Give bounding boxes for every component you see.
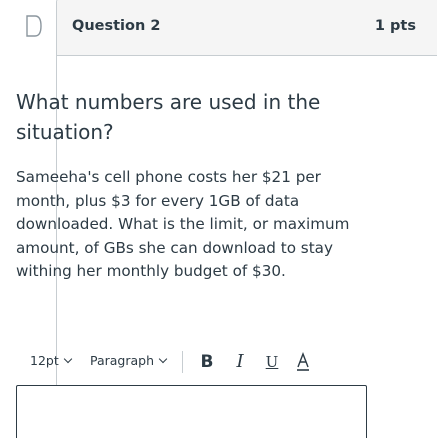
italic-icon[interactable]: I <box>229 349 251 375</box>
question-header: Question 2 1 pts <box>57 0 437 56</box>
font-size-dropdown[interactable]: 12pt <box>30 353 72 368</box>
flag-question-icon[interactable] <box>25 15 43 37</box>
chevron-down-icon <box>158 354 168 364</box>
block-format-dropdown[interactable]: Paragraph <box>90 353 168 368</box>
text-color-icon[interactable] <box>292 349 314 375</box>
block-format-value: Paragraph <box>90 353 155 368</box>
question-title: Question 2 <box>72 18 161 34</box>
bold-icon[interactable]: B <box>196 349 218 375</box>
question-heading: What numbers are used in the situation? <box>16 90 321 144</box>
answer-editor[interactable] <box>16 385 367 438</box>
underline-icon[interactable]: U <box>261 349 283 375</box>
toolbar-divider <box>182 351 183 373</box>
question-points: 1 pts <box>374 18 416 34</box>
question-text: Sameeha's cell phone costs her $21 per m… <box>16 168 350 280</box>
font-size-value: 12pt <box>30 353 59 368</box>
chevron-down-icon <box>63 354 72 364</box>
rich-text-toolbar: 12pt Paragraph B I U <box>16 349 356 377</box>
